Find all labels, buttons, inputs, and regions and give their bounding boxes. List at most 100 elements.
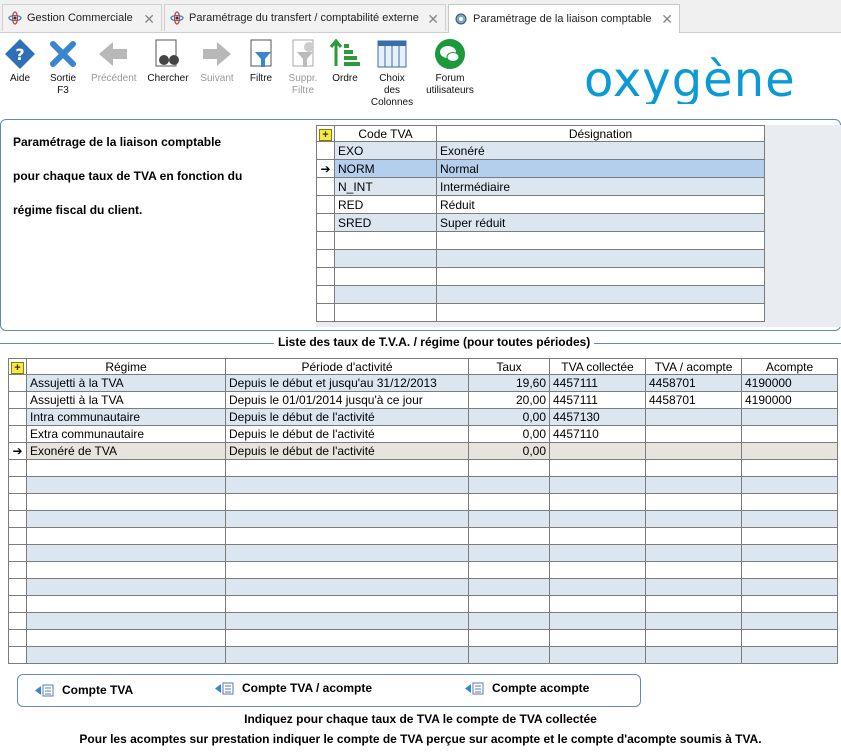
compte-tva-button[interactable]: Compte TVA: [35, 683, 133, 697]
compte-acompte-button[interactable]: Compte acompte: [465, 681, 589, 695]
column-header[interactable]: Désignation: [436, 125, 765, 142]
table-row[interactable]: EXO Exonéré: [316, 141, 765, 160]
cell-periode[interactable]: Depuis le début de l'activité: [225, 408, 469, 426]
cell-code[interactable]: NORM: [334, 159, 437, 178]
cell-tva-acompte[interactable]: 4458701: [645, 391, 742, 409]
column-header[interactable]: TVA / acompte: [645, 358, 742, 375]
table-row-empty[interactable]: [8, 459, 838, 477]
table-row-empty[interactable]: [8, 510, 838, 528]
tab-parametrage-liaison[interactable]: Paramétrage de la liaison comptable ✕: [448, 4, 680, 33]
list-arrow-icon: [465, 682, 484, 694]
table-row[interactable]: N_INT Intermédiaire: [316, 177, 765, 196]
table-row[interactable]: SRED Super réduit: [316, 213, 765, 232]
cell-periode[interactable]: Depuis le début de l'activité: [225, 442, 469, 460]
ordre-button[interactable]: Ordre: [323, 38, 367, 85]
cell-taux[interactable]: 0,00: [468, 408, 550, 426]
cell-taux[interactable]: 0,00: [468, 425, 550, 443]
table-row-empty[interactable]: [8, 476, 838, 494]
cell-taux[interactable]: 0,00: [468, 442, 550, 460]
table-row-empty[interactable]: [316, 231, 765, 250]
table-row-empty[interactable]: [8, 578, 838, 596]
cell-regime[interactable]: Intra communautaire: [26, 408, 226, 426]
compte-tva-acompte-button[interactable]: Compte TVA / acompte: [215, 681, 372, 695]
table-row-empty[interactable]: [8, 493, 838, 511]
column-header[interactable]: Période d'activité: [225, 358, 469, 375]
tab-gestion-commerciale[interactable]: Gestion Commerciale ✕: [2, 4, 162, 31]
forum-button[interactable]: Forum utilisateurs: [424, 38, 476, 97]
table-row-empty[interactable]: [316, 249, 765, 268]
cell-code[interactable]: RED: [334, 195, 437, 214]
table-row[interactable]: Extra communautaire Depuis le début de l…: [8, 425, 838, 443]
sortie-button[interactable]: Sortie F3: [41, 38, 85, 97]
cell-regime[interactable]: Assujetti à la TVA: [26, 391, 226, 409]
suppr-filtre-button[interactable]: Suppr. Filtre: [281, 38, 325, 97]
cell-regime[interactable]: Exonéré de TVA: [26, 442, 226, 460]
cell-tva-acompte[interactable]: 4458701: [645, 374, 742, 392]
close-icon[interactable]: ✕: [661, 11, 673, 28]
cell-designation[interactable]: Normal: [436, 159, 765, 178]
cell-designation[interactable]: Réduit: [436, 195, 765, 214]
table-row-empty[interactable]: [316, 303, 765, 322]
table-row-empty[interactable]: [8, 612, 838, 630]
cell-tva-acompte[interactable]: [645, 425, 742, 443]
cell-tva-collectee[interactable]: [549, 442, 646, 460]
cell-taux[interactable]: 19,60: [468, 374, 550, 392]
table-row-empty[interactable]: [316, 267, 765, 286]
cell-periode[interactable]: Depuis le début de l'activité: [225, 425, 469, 443]
cell-acompte[interactable]: [741, 442, 838, 460]
cell-regime[interactable]: Extra communautaire: [26, 425, 226, 443]
add-row-header[interactable]: +: [316, 125, 335, 142]
cell-designation[interactable]: Exonéré: [436, 141, 765, 160]
table-row-selected[interactable]: ➔ NORM Normal: [316, 159, 765, 178]
cell-tva-collectee[interactable]: 4457130: [549, 408, 646, 426]
table-row-empty[interactable]: [8, 561, 838, 579]
column-header[interactable]: TVA collectée: [549, 358, 646, 375]
precedent-button[interactable]: Précédent: [91, 38, 137, 85]
compte-tva-label: Compte TVA: [62, 683, 134, 697]
table-row-empty[interactable]: [8, 527, 838, 545]
tab-parametrage-transfert[interactable]: Paramétrage du transfert / comptabilité …: [164, 4, 446, 31]
cell-periode[interactable]: Depuis le 01/01/2014 jusqu'à ce jour: [225, 391, 469, 409]
aide-button[interactable]: ? Aide: [0, 38, 42, 85]
cell-acompte[interactable]: 4190000: [741, 391, 838, 409]
chercher-button[interactable]: Chercher: [146, 38, 190, 85]
table-row[interactable]: Intra communautaire Depuis le début de l…: [8, 408, 838, 426]
cell-periode[interactable]: Depuis le début et jusqu'au 31/12/2013: [225, 374, 469, 392]
cell-code[interactable]: N_INT: [334, 177, 437, 196]
cell-tva-collectee[interactable]: 4457110: [549, 425, 646, 443]
cell-taux[interactable]: 20,00: [468, 391, 550, 409]
cell-tva-collectee[interactable]: 4457111: [549, 391, 646, 409]
cell-designation[interactable]: Intermédiaire: [436, 177, 765, 196]
table-row-empty[interactable]: [8, 629, 838, 647]
table-row-empty[interactable]: [316, 285, 765, 304]
table-row-empty[interactable]: [8, 646, 838, 664]
choix-colonnes-button[interactable]: Choix des Colonnes: [370, 38, 414, 109]
close-icon[interactable]: ✕: [427, 11, 439, 28]
cell-acompte[interactable]: [741, 408, 838, 426]
table-row-empty[interactable]: [8, 544, 838, 562]
column-header[interactable]: Taux: [468, 358, 550, 375]
cell-code[interactable]: SRED: [334, 213, 437, 232]
cell-designation[interactable]: Super réduit: [436, 213, 765, 232]
table-row-empty[interactable]: [8, 595, 838, 613]
column-header[interactable]: Acompte: [741, 358, 838, 375]
cell-code[interactable]: EXO: [334, 141, 437, 160]
cell-tva-acompte[interactable]: [645, 442, 742, 460]
table-row-selected[interactable]: ➔ Exonéré de TVA Depuis le début de l'ac…: [8, 442, 838, 460]
table-row[interactable]: Assujetti à la TVA Depuis le début et ju…: [8, 374, 838, 392]
column-header[interactable]: Code TVA: [334, 125, 437, 142]
cell-acompte[interactable]: 4190000: [741, 374, 838, 392]
column-header[interactable]: Régime: [26, 358, 226, 375]
code-tva-table: + Code TVA Désignation EXO Exonéré ➔ NORM N…: [316, 125, 765, 322]
table-row[interactable]: Assujetti à la TVA Depuis le 01/01/2014 …: [8, 391, 838, 409]
add-row-header[interactable]: +: [8, 358, 27, 375]
footer-help-2: Pour les acomptes sur prestation indique…: [79, 732, 762, 746]
table-row[interactable]: RED Réduit: [316, 195, 765, 214]
cell-acompte[interactable]: [741, 425, 838, 443]
suivant-button[interactable]: Suivant: [195, 38, 239, 85]
cell-tva-collectee[interactable]: 4457111: [549, 374, 646, 392]
close-icon[interactable]: ✕: [143, 11, 155, 28]
cell-regime[interactable]: Assujetti à la TVA: [26, 374, 226, 392]
filtre-button[interactable]: Filtre: [239, 38, 283, 85]
cell-tva-acompte[interactable]: [645, 408, 742, 426]
